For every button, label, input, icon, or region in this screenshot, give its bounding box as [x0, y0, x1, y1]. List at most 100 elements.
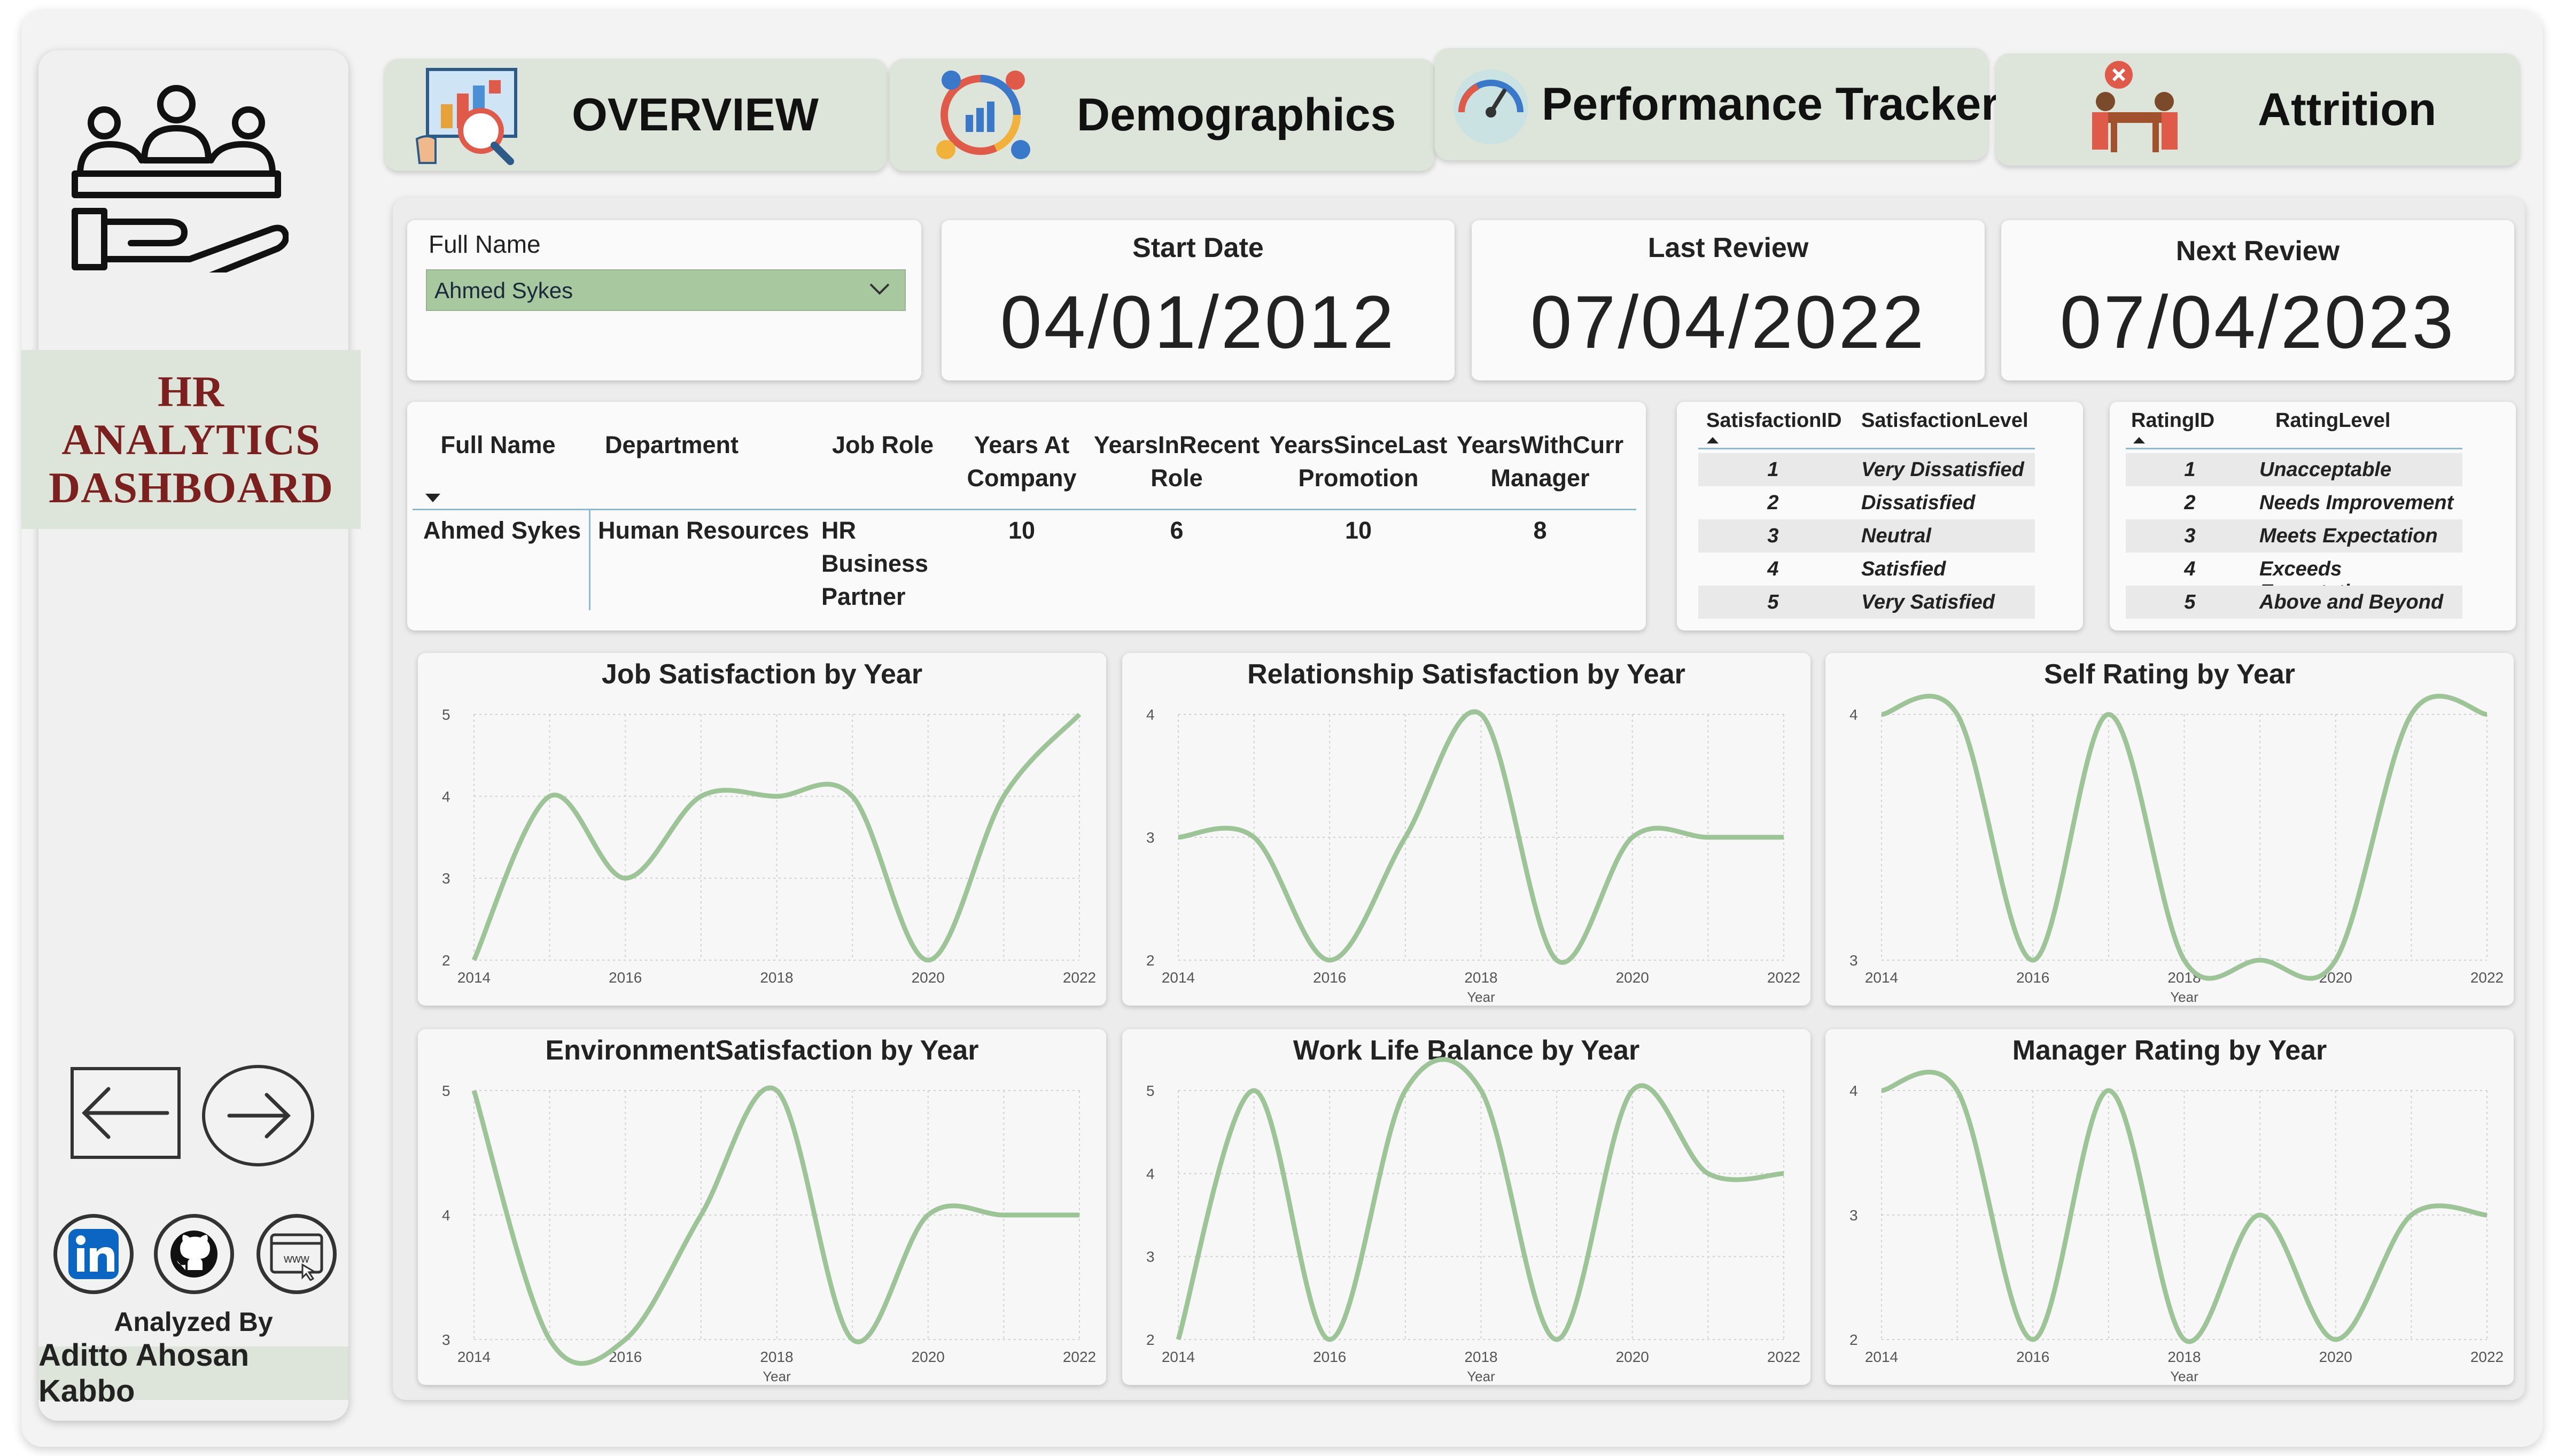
tab-demographics[interactable]: Demographics [890, 59, 1435, 171]
x-tick-label: 2022 [2470, 1349, 2504, 1365]
y-tick-label: 4 [442, 788, 450, 805]
website-link[interactable]: www [256, 1214, 337, 1294]
x-tick-label: 2016 [1313, 969, 1346, 986]
x-tick-label: 2016 [2016, 1349, 2049, 1365]
x-tick-label: 2014 [457, 1349, 491, 1365]
last-review-label: Last Review [1647, 232, 1809, 263]
website-icon: www [270, 1233, 323, 1281]
hr-people-hand-icon [72, 85, 289, 272]
slicer-label: Full Name [429, 230, 541, 258]
y-tick-label: 4 [1849, 706, 1858, 723]
table-row: 5 Above and Beyond [2126, 586, 2462, 619]
row-level: Satisfied [1861, 558, 1946, 580]
linkedin-link[interactable] [53, 1214, 134, 1294]
col-years-with-curr-manager[interactable]: YearsWithCurr Manager [1449, 429, 1631, 495]
sort-desc-icon[interactable] [423, 492, 442, 504]
row-id: 5 [1767, 591, 1779, 613]
table-row: 2 Dissatisfied [1698, 486, 2035, 519]
github-link[interactable] [154, 1214, 234, 1294]
tab-attrition[interactable]: Attrition [1996, 53, 2520, 166]
last-review-value: 07/04/2022 [1530, 280, 1926, 364]
x-axis-label: Year [763, 1368, 791, 1384]
x-tick-label: 2014 [1162, 969, 1195, 986]
tab-overview-label: OVERVIEW [572, 89, 819, 141]
row-level: Neutral [1861, 525, 1931, 547]
tab-overview[interactable]: OVERVIEW [385, 59, 887, 171]
cell-years-since-last-promotion: 10 [1344, 517, 1372, 544]
chart-self-rating: Self Rating by Year 3 4 2014 2016 2018 2020 20… [1825, 653, 2514, 1006]
col-rating-id[interactable]: RatingID [2131, 409, 2214, 432]
y-tick-label: 5 [1146, 1083, 1155, 1099]
lk-divider [1698, 448, 2035, 449]
row-id: 5 [2184, 591, 2196, 613]
x-tick-label: 2014 [1162, 1349, 1195, 1365]
col-department[interactable]: Department [584, 429, 760, 462]
github-icon [170, 1231, 217, 1278]
x-tick-label: 2018 [760, 969, 793, 986]
x-tick-label: 2016 [1313, 1349, 1346, 1365]
x-tick-label: 2020 [1616, 969, 1649, 986]
col-years-since-last-promotion[interactable]: YearsSinceLast Promotion [1268, 429, 1449, 495]
tab-performance-tracker-label: Performance Tracker [1542, 78, 1999, 130]
x-tick-label: 2020 [2319, 1349, 2352, 1365]
chevron-down-icon [869, 283, 890, 295]
arrow-right-icon [227, 1093, 291, 1139]
title-line-2: ANALYTICS [61, 415, 321, 464]
x-tick-label: 2014 [457, 969, 491, 986]
col-satisfaction-id[interactable]: SatisfactionID [1706, 409, 1841, 432]
next-review-card: Next Review 07/04/2023 [2001, 220, 2514, 380]
col-years-in-recent-role[interactable]: YearsInRecent Role [1086, 429, 1268, 495]
satisfaction-table: SatisfactionID SatisfactionLevel 1 Very D… [1677, 402, 2083, 630]
y-tick-label: 2 [1849, 1332, 1858, 1348]
self-rating-plot: 342014 2016 2018 2020 2022Year [1849, 694, 2504, 1005]
tab-performance-tracker[interactable]: Performance Tracker [1435, 48, 1999, 160]
rating-table: RatingID RatingLevel 1 Unacceptable 2 Needs… [2110, 402, 2516, 630]
col-years-at-company[interactable]: Years At Company [936, 429, 1107, 495]
y-tick-label: 3 [1849, 952, 1858, 969]
back-button[interactable] [71, 1067, 181, 1159]
y-tick-label: 4 [1849, 1083, 1858, 1099]
start-date-card: Start Date 04/01/2012 [942, 220, 1455, 380]
next-button[interactable] [202, 1065, 314, 1166]
y-tick-label: 4 [442, 1207, 450, 1224]
x-tick-label: 2022 [2470, 969, 2504, 986]
row-id: 4 [2184, 558, 2196, 580]
row-id: 3 [1767, 525, 1779, 547]
col-satisfaction-level[interactable]: SatisfactionLevel [1861, 409, 2028, 432]
presentation-chart-icon [415, 68, 517, 165]
chart-job-satisfaction: Job Satisfaction by Year 2 3 4 5 2014 2016 201… [418, 653, 1106, 1006]
meeting-leave-icon [2092, 61, 2178, 152]
row-level: Above and Beyond [2259, 591, 2444, 613]
y-tick-label: 2 [1146, 1332, 1155, 1348]
job-satisfaction-plot: 2 3 4 5 2014 2016 2018 2020 2022 [442, 706, 1096, 986]
title-line-1: HR [158, 367, 224, 416]
row-id: 2 [2184, 492, 2196, 514]
y-tick-label: 3 [442, 1332, 450, 1348]
row-level: Very Dissatisfied [1861, 458, 2024, 481]
y-tick-label: 2 [442, 952, 450, 969]
full-name-dropdown[interactable]: Ahmed Sykes [426, 269, 906, 311]
x-tick-label: 2014 [1865, 969, 1898, 986]
cell-full-name: Ahmed Sykes [423, 517, 581, 544]
sort-asc-icon[interactable] [1705, 435, 1721, 446]
row-level: Very Satisfied [1861, 591, 1995, 613]
environment-satisfaction-plot: 3452014 2016 2018 2020 2022Year [442, 1083, 1096, 1384]
x-tick-label: 2022 [1063, 969, 1096, 986]
x-tick-label: 2022 [1063, 1349, 1096, 1365]
x-tick-label: 2014 [1865, 1349, 1898, 1365]
cell-years-with-curr-manager: 8 [1533, 517, 1547, 544]
col-rating-level[interactable]: RatingLevel [2275, 409, 2390, 432]
col-job-role[interactable]: Job Role [813, 429, 952, 462]
sort-asc-icon[interactable] [2131, 435, 2147, 446]
y-tick-label: 4 [1146, 706, 1155, 723]
table-row: 3 Meets Expectation [2126, 519, 2462, 552]
row-level: Unacceptable [2259, 458, 2392, 481]
y-tick-label: 3 [442, 870, 450, 887]
row-id: 4 [1767, 558, 1779, 580]
cell-job-role: HR Business Partner [821, 517, 929, 610]
start-date-value: 04/01/2012 [1000, 280, 1396, 364]
table-row: 4 Satisfied [1698, 552, 2035, 586]
dropdown-value: Ahmed Sykes [434, 278, 573, 303]
col-full-name[interactable]: Full Name [413, 429, 584, 462]
full-name-slicer: Full Name Ahmed Sykes [407, 220, 921, 380]
